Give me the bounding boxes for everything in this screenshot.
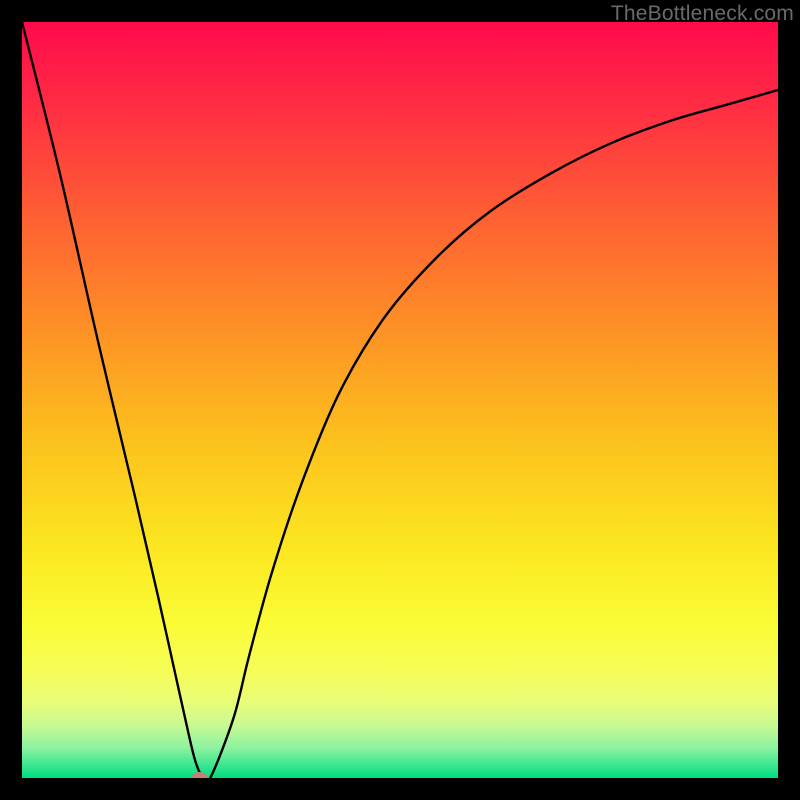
bottleneck-chart bbox=[22, 22, 778, 778]
chart-frame bbox=[22, 22, 778, 778]
watermark-text: TheBottleneck.com bbox=[611, 2, 794, 26]
gradient-background bbox=[22, 22, 778, 778]
